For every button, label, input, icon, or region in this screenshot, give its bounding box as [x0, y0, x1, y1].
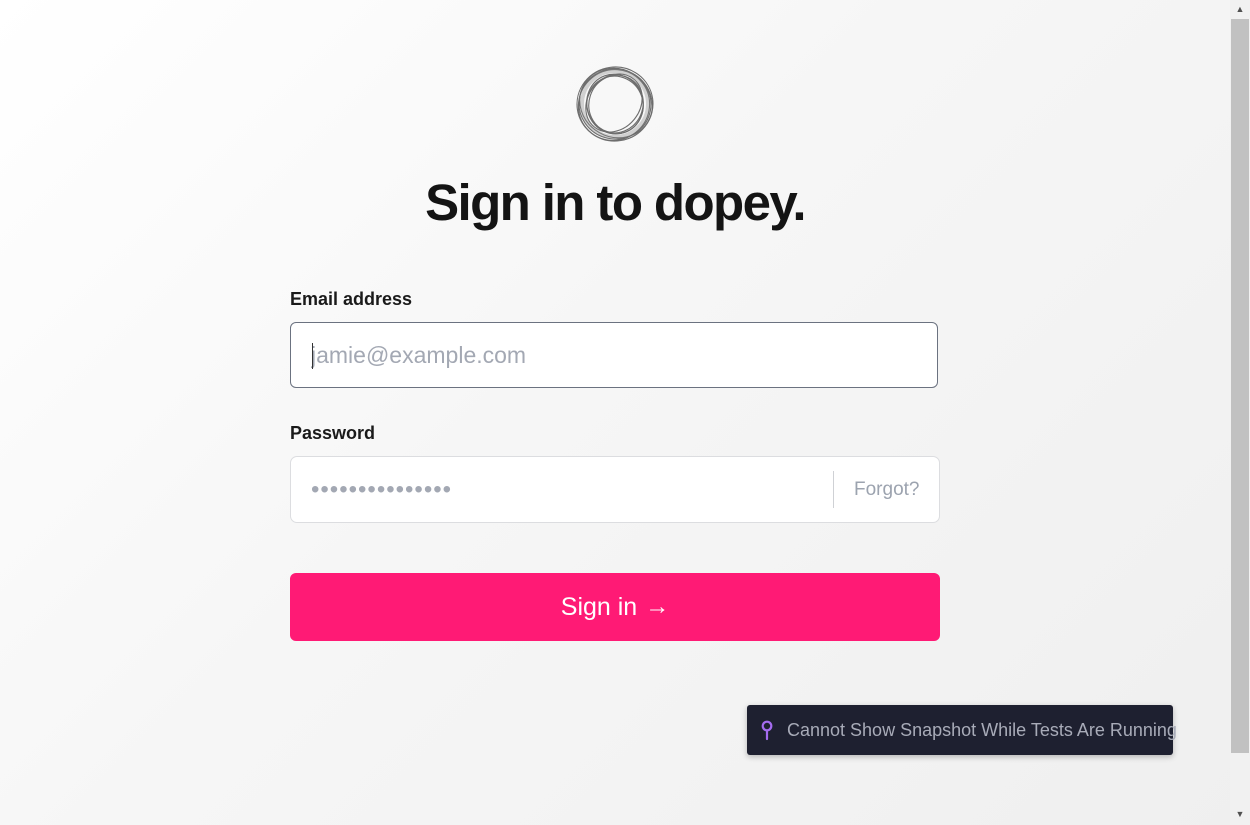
password-field-container[interactable]: Forgot? [290, 456, 940, 523]
login-page: Sign in to dopey. Email address Password… [0, 0, 1230, 825]
scroll-down-arrow-icon[interactable]: ▼ [1230, 805, 1250, 822]
vertical-scrollbar[interactable]: ▲ ▼ [1230, 0, 1250, 825]
password-divider [833, 471, 834, 508]
snapshot-toast: Cannot Show Snapshot While Tests Are Run… [747, 705, 1177, 755]
text-caret [312, 343, 313, 369]
page-title: Sign in to dopey. [425, 174, 806, 231]
scroll-up-arrow-icon[interactable]: ▲ [1230, 0, 1250, 17]
forgot-password-link[interactable]: Forgot? [854, 477, 919, 503]
pin-icon [761, 720, 773, 741]
email-label: Email address [290, 289, 413, 309]
ring-logo-icon [576, 66, 654, 142]
sign-in-label: Sign in [560, 592, 638, 621]
password-field[interactable] [311, 457, 811, 522]
toast-message: Cannot Show Snapshot While Tests Are Run… [787, 720, 1177, 740]
scrollbar-thumb[interactable] [1231, 19, 1249, 753]
email-field-container[interactable] [290, 322, 938, 388]
sign-in-button[interactable]: Sign in → [290, 573, 940, 641]
email-field[interactable] [311, 323, 911, 387]
password-label: Password [290, 423, 376, 443]
arrow-right-icon: → [645, 593, 670, 620]
